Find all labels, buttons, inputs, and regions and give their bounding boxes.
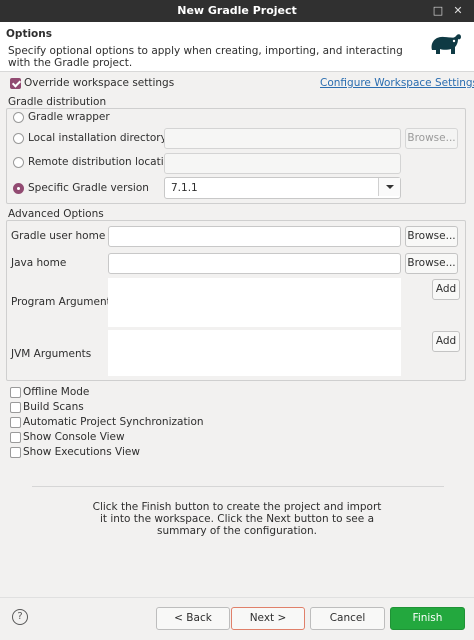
maximize-icon[interactable]: □	[430, 3, 446, 19]
program-arguments-list[interactable]	[108, 278, 401, 327]
gradle-wrapper-label: Gradle wrapper	[28, 111, 110, 123]
build-scans-label: Build Scans	[23, 401, 84, 413]
gradle-user-home-label: Gradle user home	[11, 230, 106, 242]
build-scans-checkbox[interactable]	[10, 402, 21, 413]
remote-distribution-radio[interactable]	[13, 157, 24, 168]
gradle-version-value: 7.1.1	[171, 182, 198, 194]
title-bar: New Gradle Project □ ✕	[0, 0, 474, 22]
footer-separator	[0, 597, 474, 598]
local-installation-field[interactable]	[164, 128, 401, 149]
gradle-wrapper-radio[interactable]	[13, 112, 24, 123]
show-executions-checkbox[interactable]	[10, 447, 21, 458]
cancel-button[interactable]: Cancel	[310, 607, 385, 630]
show-console-label: Show Console View	[23, 431, 125, 443]
show-console-checkbox[interactable]	[10, 432, 21, 443]
page-title: Options	[6, 28, 52, 40]
auto-sync-checkbox[interactable]	[10, 417, 21, 428]
local-installation-radio[interactable]	[13, 133, 24, 144]
java-home-label: Java home	[11, 257, 67, 269]
local-installation-browse-button[interactable]: Browse...	[405, 128, 458, 149]
next-button[interactable]: Next >	[231, 607, 305, 630]
info-text: Click the Finish button to create the pr…	[92, 501, 382, 537]
gradle-distribution-legend: Gradle distribution	[8, 96, 107, 108]
override-workspace-label: Override workspace settings	[24, 77, 175, 89]
override-workspace-checkbox[interactable]	[10, 78, 21, 89]
offline-mode-label: Offline Mode	[23, 386, 90, 398]
help-icon[interactable]: ?	[12, 609, 28, 625]
auto-sync-label: Automatic Project Synchronization	[23, 416, 204, 428]
advanced-options-legend: Advanced Options	[8, 208, 104, 220]
gradle-user-home-browse-button[interactable]: Browse...	[405, 226, 458, 247]
show-executions-label: Show Executions View	[23, 446, 140, 458]
finish-button[interactable]: Finish	[390, 607, 465, 630]
remote-distribution-label: Remote distribution location	[28, 156, 177, 168]
configure-workspace-link[interactable]: Configure Workspace Settings...	[320, 77, 474, 89]
remote-distribution-field[interactable]	[164, 153, 401, 174]
program-arguments-label: Program Arguments	[11, 296, 117, 308]
info-separator	[32, 486, 444, 487]
gradle-elephant-icon	[431, 34, 461, 54]
gradle-version-select[interactable]: 7.1.1	[164, 177, 401, 199]
jvm-arguments-list[interactable]	[108, 330, 401, 376]
jvm-arguments-label: JVM Arguments	[11, 348, 92, 360]
window-title: New Gradle Project	[177, 4, 297, 17]
chevron-down-icon[interactable]	[378, 178, 400, 196]
wizard-header: Options Specify optional options to appl…	[0, 22, 474, 72]
local-installation-label: Local installation directory	[28, 132, 167, 144]
java-home-field[interactable]	[108, 253, 401, 274]
close-icon[interactable]: ✕	[450, 3, 466, 19]
gradle-user-home-field[interactable]	[108, 226, 401, 247]
java-home-browse-button[interactable]: Browse...	[405, 253, 458, 274]
offline-mode-checkbox[interactable]	[10, 387, 21, 398]
program-arguments-add-button[interactable]: Add	[432, 279, 460, 300]
back-button[interactable]: < Back	[156, 607, 230, 630]
jvm-arguments-add-button[interactable]: Add	[432, 331, 460, 352]
specific-version-radio[interactable]	[13, 183, 24, 194]
specific-version-label: Specific Gradle version	[28, 182, 149, 194]
page-description: Specify optional options to apply when c…	[8, 45, 403, 69]
